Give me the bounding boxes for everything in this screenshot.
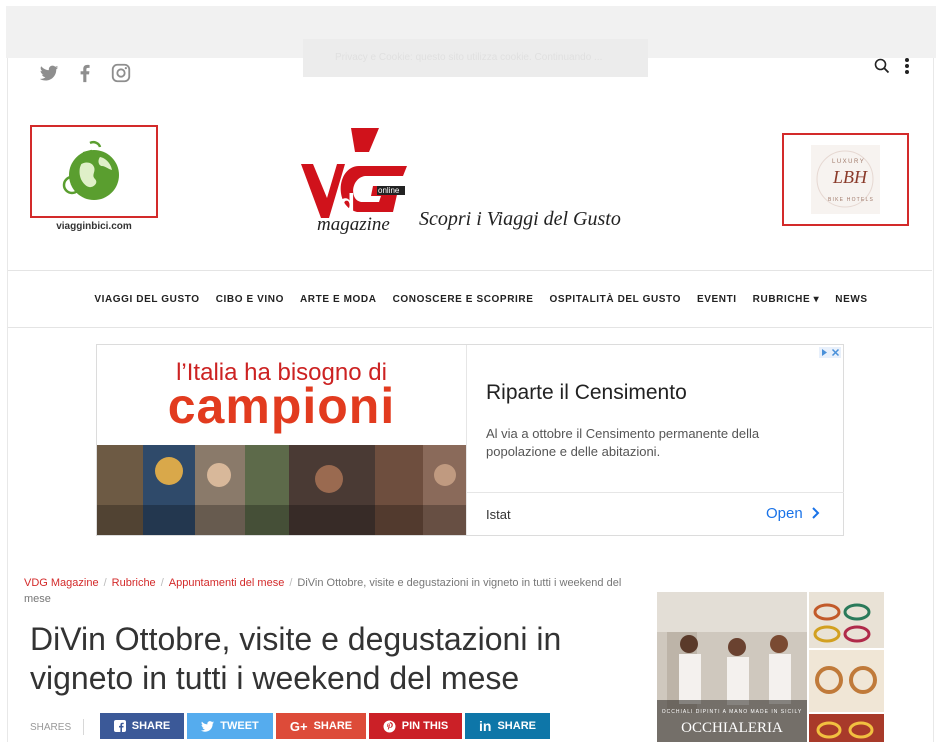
svg-text:magazine: magazine <box>317 214 390 235</box>
lbh-emblem-icon: LUXURY LBH BIKE HOTELS <box>811 145 880 214</box>
facebook-share-button[interactable]: SHARE <box>100 713 184 739</box>
svg-text:OCCHIALI DIPINTI A MANO MADE I: OCCHIALI DIPINTI A MANO MADE IN SICILY <box>662 709 802 715</box>
site-tagline: Scopri i Viaggi del Gusto <box>419 208 621 230</box>
sidebar-ad-occhialeria[interactable]: OCCHIALI DIPINTI A MANO MADE IN SICILY O… <box>657 592 884 742</box>
luxury-bike-hotels-logo[interactable]: LUXURY LBH BIKE HOTELS <box>782 133 909 226</box>
more-vertical-icon[interactable] <box>904 57 910 80</box>
share-label: SHARE <box>497 720 536 732</box>
pinterest-icon <box>383 720 396 732</box>
google-plus-share-button[interactable]: G+ SHARE <box>276 713 366 739</box>
share-label: SHARE <box>131 720 171 732</box>
linkedin-icon: in <box>479 718 492 734</box>
twitter-icon <box>201 720 215 732</box>
ad-description: Al via a ottobre il Censimento permanent… <box>486 426 760 459</box>
ad-banner[interactable]: l’Italia ha bisogno di campioni Riparte … <box>96 344 844 536</box>
breadcrumb-link-appuntamenti[interactable]: Appuntamenti del mese <box>169 577 285 589</box>
nav-item-rubriche[interactable]: RUBRICHE ▾ <box>753 294 820 305</box>
nav-item-cibo-e-vino[interactable]: CIBO E VINO <box>216 294 284 305</box>
bike-globe-icon <box>62 140 119 200</box>
instagram-icon[interactable] <box>110 62 132 84</box>
breadcrumb: VDG Magazine / Rubriche / Appuntamenti del m… <box>24 575 624 607</box>
linkedin-share-button[interactable]: in SHARE <box>465 713 550 739</box>
nav-item-conoscere-e-scoprire[interactable]: CONOSCERE E SCOPRIRE <box>393 294 534 305</box>
twitter-icon[interactable] <box>38 62 60 84</box>
facebook-icon[interactable] <box>74 62 96 84</box>
header-actions <box>874 57 910 80</box>
svg-text:LUXURY: LUXURY <box>832 159 865 165</box>
vdg-magazine-logo[interactable]: d online magazine <box>299 126 419 236</box>
nav-item-viaggi-del-gusto[interactable]: VIAGGI DEL GUSTO <box>94 294 199 305</box>
ad-title[interactable]: Riparte il Censimento <box>486 381 687 405</box>
breadcrumb-separator: / <box>289 577 293 589</box>
ad-headline-big: campioni <box>167 378 396 434</box>
google-plus-icon: G+ <box>289 718 308 734</box>
breadcrumb-link-home[interactable]: VDG Magazine <box>24 577 99 589</box>
svg-text:LBH: LBH <box>832 167 868 187</box>
svg-text:OCCHIALERIA: OCCHIALERIA <box>681 720 783 736</box>
ad-open-button[interactable]: Open <box>766 505 820 522</box>
ad-photo-collage <box>97 445 466 535</box>
pinterest-share-button[interactable]: PIN THIS <box>369 713 462 739</box>
main-nav: VIAGGI DEL GUSTO CIBO E VINO ARTE E MODA… <box>8 270 932 328</box>
svg-text:online: online <box>378 186 400 195</box>
breadcrumb-separator: / <box>160 577 164 589</box>
viagginbici-label: viagginbici.com <box>56 221 132 232</box>
viagginbici-logo[interactable] <box>30 125 158 218</box>
chevron-right-icon <box>812 507 820 519</box>
svg-text:BIKE HOTELS: BIKE HOTELS <box>828 197 874 203</box>
cookie-notice[interactable]: Privacy e Cookie: questo sito utilizza c… <box>303 39 648 77</box>
page: Privacy e Cookie: questo sito utilizza c… <box>0 0 936 742</box>
ad-footer: Istat Open <box>467 492 844 535</box>
nav-item-news[interactable]: NEWS <box>835 294 867 305</box>
nav-item-arte-e-moda[interactable]: ARTE E MODA <box>300 294 377 305</box>
nav-item-ospitalita-del-gusto[interactable]: OSPITALITÀ DEL GUSTO <box>550 294 681 305</box>
ad-sponsor: Istat <box>486 507 511 522</box>
ad-open-label: Open <box>766 505 803 522</box>
search-icon[interactable] <box>874 58 890 79</box>
pin-this-label: PIN THIS <box>401 720 449 732</box>
breadcrumb-link-rubriche[interactable]: Rubriche <box>112 577 156 589</box>
facebook-icon <box>113 720 126 732</box>
nav-item-eventi[interactable]: EVENTI <box>697 294 737 305</box>
ad-creative[interactable]: l’Italia ha bisogno di campioni <box>97 345 466 535</box>
article-title: DiVin Ottobre, visite e degustazioni in … <box>30 621 562 696</box>
tweet-label: TWEET <box>220 720 259 732</box>
share-label: SHARE <box>313 720 353 732</box>
shares-label: SHARES <box>30 722 72 733</box>
breadcrumb-separator: / <box>103 577 107 589</box>
social-links <box>38 62 132 84</box>
shares-divider <box>83 719 84 735</box>
ad-text-panel[interactable]: Riparte il Censimento Al via a ottobre i… <box>466 345 844 535</box>
twitter-share-button[interactable]: TWEET <box>187 713 273 739</box>
ad-choices-icon[interactable] <box>819 347 841 358</box>
sidebar-ad-image: OCCHIALI DIPINTI A MANO MADE IN SICILY O… <box>657 592 884 742</box>
